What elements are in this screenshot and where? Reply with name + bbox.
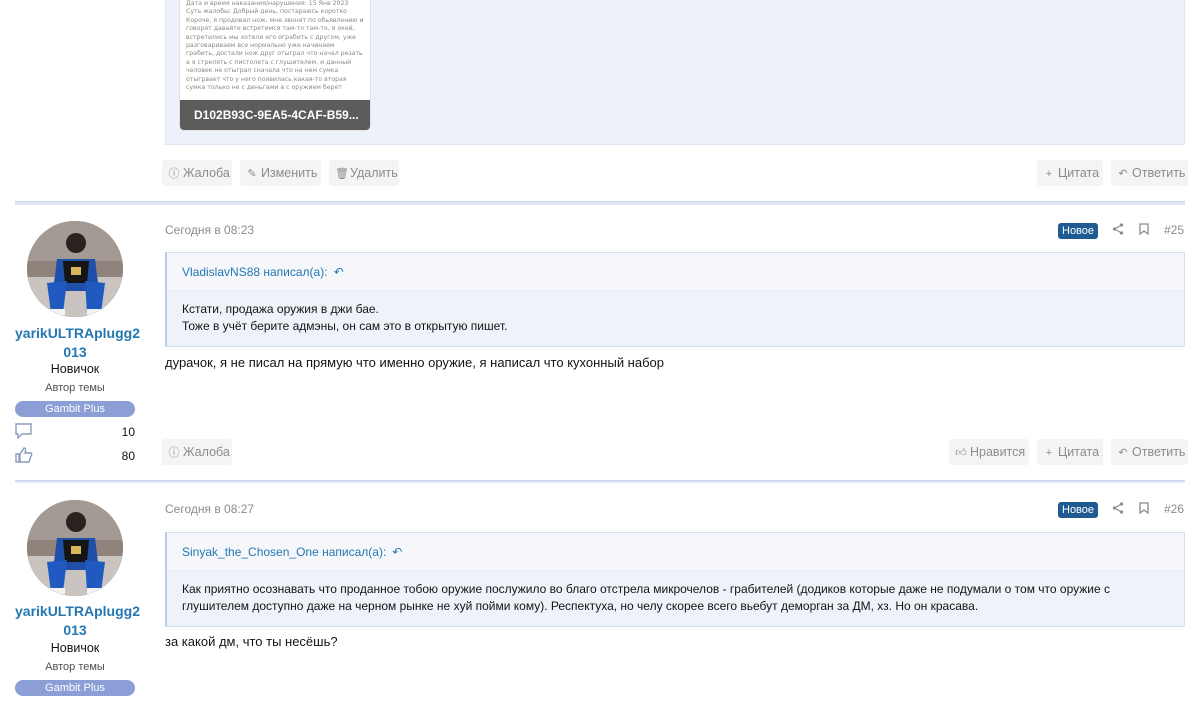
user-title: Новичок: [50, 362, 100, 376]
share-icon[interactable]: [1112, 223, 1124, 238]
user-role: Автор темы: [45, 382, 105, 394]
post-message: за какой дм, что ты несёшь?: [165, 634, 338, 649]
reply-icon: ↶: [1118, 447, 1128, 459]
quote-header[interactable]: Sinyak_the_Chosen_One написал(а): ↶: [167, 533, 1184, 571]
attachment-caption: D102B93C-9EA5-4CAF-B59...: [180, 100, 370, 130]
bookmark-icon[interactable]: [1139, 223, 1149, 238]
quote-button[interactable]: + Цитата: [1037, 439, 1103, 465]
pencil-icon: ✎: [247, 168, 257, 180]
edit-button[interactable]: ✎ Изменить: [240, 160, 321, 186]
post-date[interactable]: Сегодня в 08:27: [165, 502, 254, 516]
jump-to-quote-icon[interactable]: ↶: [334, 265, 344, 279]
post-date[interactable]: Сегодня в 08:23: [165, 223, 254, 237]
new-badge: Новое: [1058, 223, 1099, 239]
delete-button[interactable]: 🗑Удалить: [329, 160, 399, 186]
user-banner: Gambit Plus: [15, 680, 135, 696]
jump-to-quote-icon[interactable]: ↶: [392, 545, 402, 559]
avatar[interactable]: [27, 500, 123, 596]
alert-circle-icon: ⓘ: [168, 447, 180, 459]
reply-icon: ↶: [1118, 168, 1128, 180]
like-button[interactable]: 👍︎ Нравится: [949, 439, 1029, 465]
trash-icon: 🗑: [335, 168, 349, 180]
post-message: дурачок, я не писал на прямую что именно…: [165, 355, 665, 370]
post-separator: [15, 201, 1185, 205]
forum-thread-page: Дата и время наказания/нарушения: 15 Янв…: [0, 0, 1196, 702]
post-actions: ⓘ Жалоба 👍︎ Нравится + Цитата ↶ Ответить: [0, 439, 1196, 465]
post-actions-top: ⓘ Жалоба ✎ Изменить 🗑Удалить + Цитата ↶ Отве…: [0, 160, 1196, 186]
avatar[interactable]: [27, 221, 123, 317]
plus-icon: +: [1045, 168, 1053, 180]
user-role: Автор темы: [45, 661, 105, 673]
quote-button[interactable]: + Цитата: [1037, 160, 1103, 186]
quote-content: Как приятно осознавать что проданное тоб…: [167, 571, 1184, 626]
share-icon[interactable]: [1112, 502, 1124, 517]
reply-button[interactable]: ↶ Ответить: [1111, 439, 1188, 465]
new-badge: Новое: [1058, 502, 1099, 518]
thumbs-up-icon: 👍︎: [955, 447, 967, 459]
report-button[interactable]: ⓘ Жалоба: [162, 160, 232, 186]
post-number-link[interactable]: #26: [1164, 502, 1184, 516]
quote-block: Sinyak_the_Chosen_One написал(а): ↶ Как п…: [165, 532, 1185, 627]
bookmark-icon[interactable]: [1139, 502, 1149, 517]
reply-button[interactable]: ↶ Ответить: [1111, 160, 1188, 186]
user-banner: Gambit Plus: [15, 401, 135, 417]
username-link[interactable]: yarikULTRAplugg2 013: [15, 602, 140, 640]
quote-content: Кстати, продажа оружия в джи бае. Тоже в…: [167, 291, 1184, 346]
post-separator: [15, 480, 1185, 483]
report-button[interactable]: ⓘ Жалоба: [162, 439, 232, 465]
plus-icon: +: [1045, 447, 1053, 459]
alert-circle-icon: ⓘ: [168, 168, 180, 180]
attachment-thumbnail[interactable]: Дата и время наказания/нарушения: 15 Янв…: [180, 0, 370, 130]
quote-block: VladislavNS88 написал(а): ↶ Кстати, прода…: [165, 252, 1185, 347]
quote-header[interactable]: VladislavNS88 написал(а): ↶: [167, 253, 1184, 291]
user-title: Новичок: [50, 641, 100, 655]
post-number-link[interactable]: #25: [1164, 223, 1184, 237]
attachment-preview-text: Дата и время наказания/нарушения: 15 Янв…: [186, 0, 364, 92]
username-link[interactable]: yarikULTRAplugg2 013: [15, 324, 140, 362]
